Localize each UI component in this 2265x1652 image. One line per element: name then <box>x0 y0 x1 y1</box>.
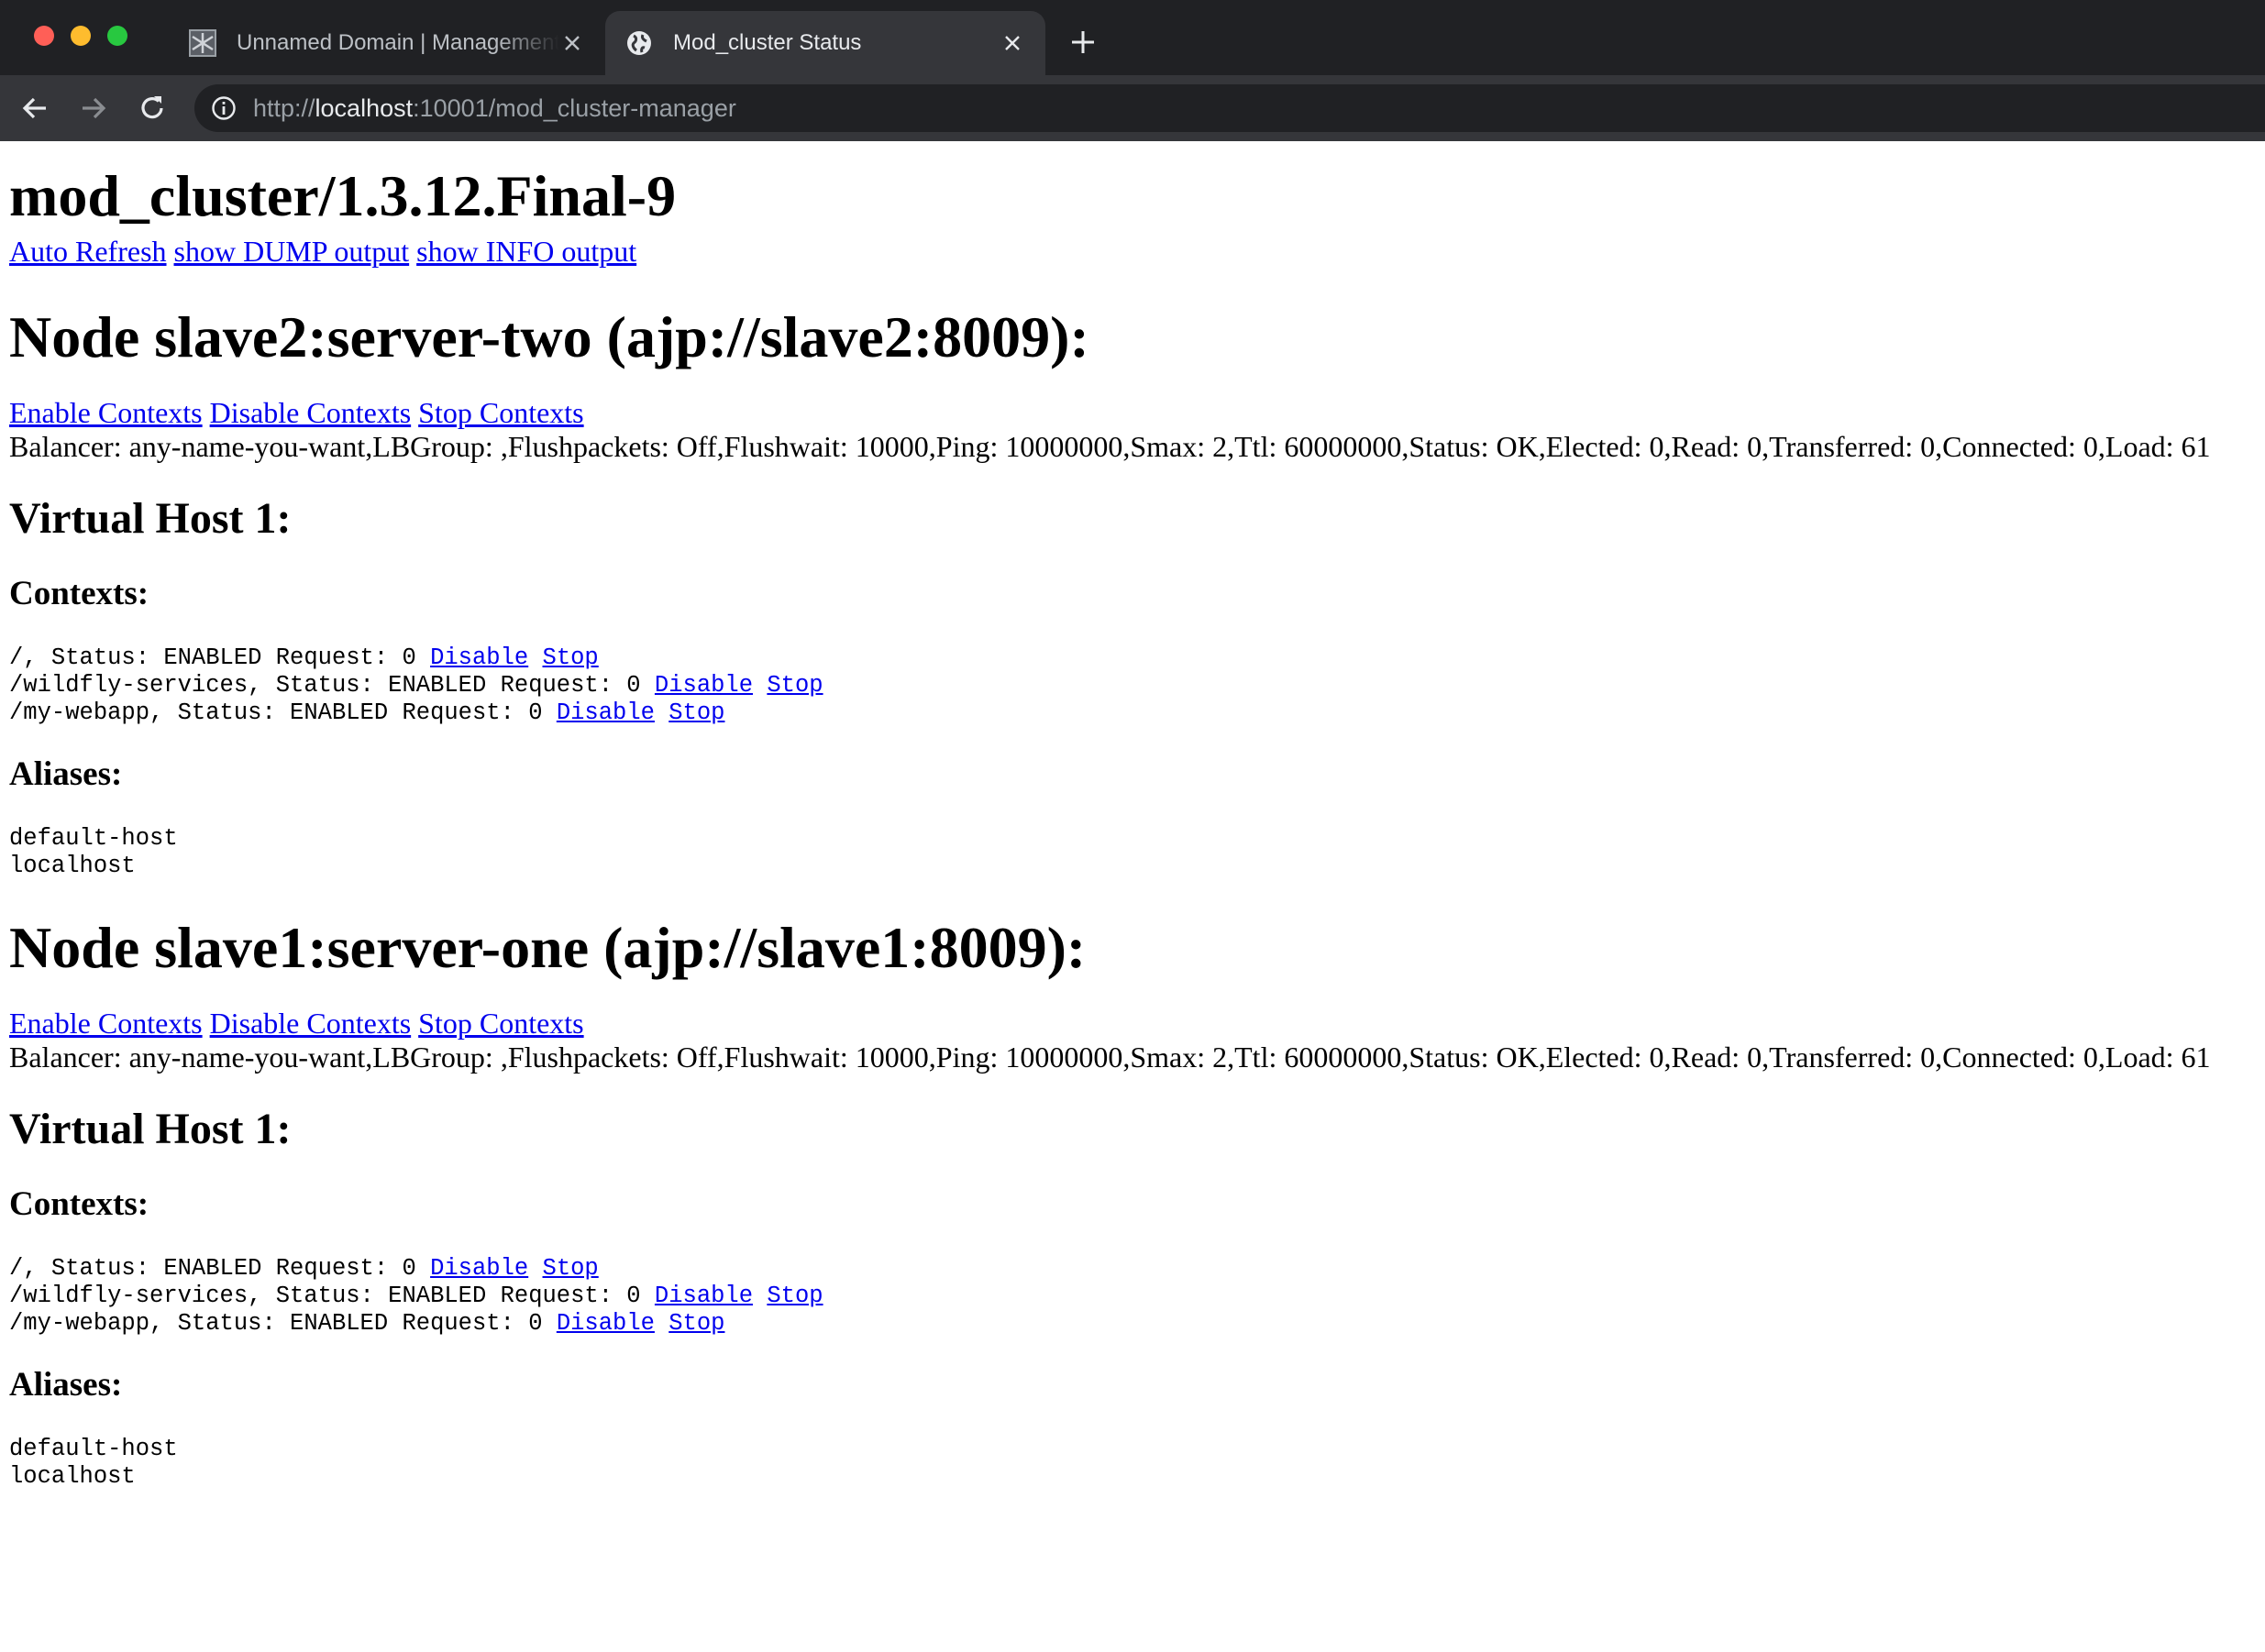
url-path: :10001/mod_cluster-manager <box>413 94 736 122</box>
reload-icon[interactable] <box>136 92 169 125</box>
top-links: Auto Refresh show DUMP output show INFO … <box>9 233 2256 270</box>
globe-icon <box>627 31 651 55</box>
contexts-list: /, Status: ENABLED Request: 0 Disable St… <box>9 1255 2256 1338</box>
disable-context-link[interactable]: Disable <box>430 644 528 671</box>
alias-item: localhost <box>9 853 136 879</box>
tab-management-console[interactable]: Unnamed Domain | Management Console <box>174 11 605 75</box>
browser-chrome: Unnamed Domain | Management Console Mod_… <box>0 0 2265 141</box>
disable-context-link[interactable]: Disable <box>557 699 655 726</box>
stop-context-link[interactable]: Stop <box>668 699 724 726</box>
aliases-heading: Aliases: <box>9 1366 123 1404</box>
node-heading: Node slave1:server-one (ajp://slave1:800… <box>9 915 1087 980</box>
enable-contexts-link[interactable]: Enable Contexts <box>9 396 203 429</box>
context-status: /wildfly-services, Status: ENABLED Reque… <box>9 1283 655 1309</box>
info-icon[interactable] <box>211 95 237 121</box>
new-tab-icon[interactable] <box>1068 28 1098 57</box>
stop-contexts-link[interactable]: Stop Contexts <box>418 1007 583 1040</box>
context-status: /, Status: ENABLED Request: 0 <box>9 1255 431 1282</box>
stop-context-link[interactable]: Stop <box>543 1255 599 1282</box>
tab-title: Unnamed Domain | Management Console <box>237 30 559 55</box>
alias-item: localhost <box>9 1463 136 1490</box>
disable-context-link[interactable]: Disable <box>557 1310 655 1337</box>
contexts-list: /, Status: ENABLED Request: 0 Disable St… <box>9 644 2256 727</box>
context-status: /, Status: ENABLED Request: 0 <box>9 644 431 671</box>
disable-context-link[interactable]: Disable <box>655 672 753 699</box>
close-window-button[interactable] <box>34 26 54 46</box>
address-bar[interactable]: http://localhost:10001/mod_cluster-manag… <box>194 84 2265 132</box>
show-dump-link[interactable]: show DUMP output <box>174 235 410 268</box>
aliases-heading: Aliases: <box>9 755 123 793</box>
tab-bar: Unnamed Domain | Management Console Mod_… <box>0 0 2265 75</box>
virtual-host-heading: Virtual Host 1: <box>9 1105 292 1153</box>
back-arrow-icon[interactable] <box>18 92 51 125</box>
disable-contexts-link[interactable]: Disable Contexts <box>210 396 412 429</box>
contexts-heading: Contexts: <box>9 575 149 612</box>
minimize-window-button[interactable] <box>71 26 91 46</box>
close-tab-icon[interactable] <box>559 30 585 56</box>
page-title: mod_cluster/1.3.12.Final-9 <box>9 163 677 228</box>
node-section: Node slave1:server-one (ajp://slave1:800… <box>9 911 2256 1491</box>
tab-title: Mod_cluster Status <box>673 30 862 55</box>
url-host: localhost <box>315 94 414 122</box>
stop-contexts-link[interactable]: Stop Contexts <box>418 396 583 429</box>
disable-context-link[interactable]: Disable <box>655 1283 753 1309</box>
alias-item: default-host <box>9 825 178 852</box>
node-section: Node slave2:server-two (ajp://slave2:800… <box>9 301 2256 880</box>
stop-context-link[interactable]: Stop <box>767 1283 823 1309</box>
contexts-heading: Contexts: <box>9 1185 149 1223</box>
balancer-info: Balancer: any-name-you-want,LBGroup: ,Fl… <box>9 1041 2211 1074</box>
enable-contexts-link[interactable]: Enable Contexts <box>9 1007 203 1040</box>
context-status: /my-webapp, Status: ENABLED Request: 0 <box>9 699 557 726</box>
stop-context-link[interactable]: Stop <box>767 672 823 699</box>
context-status: /my-webapp, Status: ENABLED Request: 0 <box>9 1310 557 1337</box>
maximize-window-button[interactable] <box>107 26 127 46</box>
disable-context-link[interactable]: Disable <box>430 1255 528 1282</box>
url-scheme: http:// <box>253 94 315 122</box>
disable-contexts-link[interactable]: Disable Contexts <box>210 1007 412 1040</box>
forward-arrow-icon[interactable] <box>77 92 110 125</box>
auto-refresh-link[interactable]: Auto Refresh <box>9 235 167 268</box>
page-content: mod_cluster/1.3.12.Final-9 Auto Refresh … <box>9 141 2256 1491</box>
balancer-info: Balancer: any-name-you-want,LBGroup: ,Fl… <box>9 430 2211 463</box>
aliases-list: default-host localhost <box>9 1436 2256 1491</box>
node-actions: Enable Contexts Disable Contexts Stop Co… <box>9 1007 2256 1041</box>
virtual-host-heading: Virtual Host 1: <box>9 494 292 543</box>
tab-mod-cluster-status[interactable]: Mod_cluster Status <box>605 11 1045 75</box>
url-text[interactable]: http://localhost:10001/mod_cluster-manag… <box>253 84 736 132</box>
stop-context-link[interactable]: Stop <box>543 644 599 671</box>
context-status: /wildfly-services, Status: ENABLED Reque… <box>9 672 655 699</box>
aliases-list: default-host localhost <box>9 825 2256 880</box>
show-info-link[interactable]: show INFO output <box>416 235 636 268</box>
stop-context-link[interactable]: Stop <box>668 1310 724 1337</box>
browser-toolbar: http://localhost:10001/mod_cluster-manag… <box>0 75 2265 141</box>
close-tab-icon[interactable] <box>1000 30 1025 56</box>
alias-item: default-host <box>9 1436 178 1462</box>
node-heading: Node slave2:server-two (ajp://slave2:800… <box>9 304 1089 369</box>
wildfly-icon <box>189 29 216 57</box>
node-actions: Enable Contexts Disable Contexts Stop Co… <box>9 396 2256 430</box>
